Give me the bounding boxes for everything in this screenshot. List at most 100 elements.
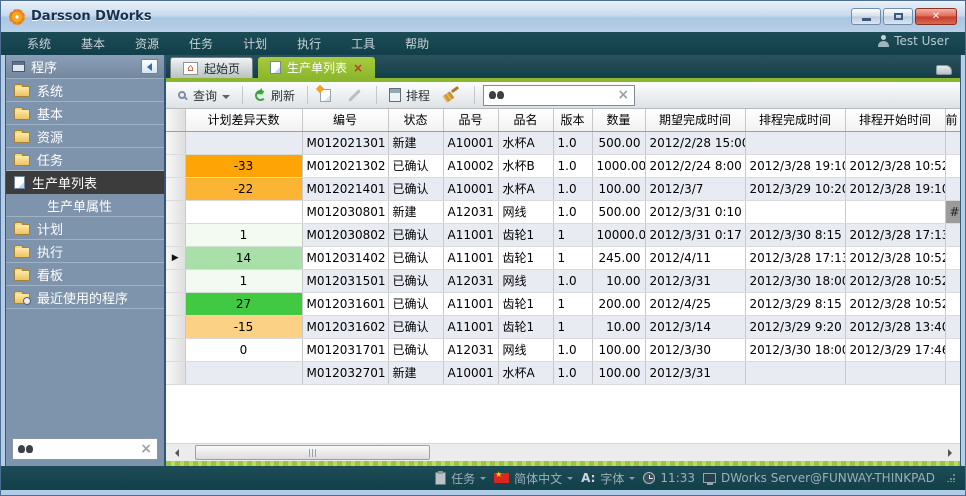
cell-diff-days[interactable]: 1 [185,269,302,292]
cell-clipped[interactable] [945,131,960,154]
cell-part-no[interactable]: A11001 [443,315,498,338]
cell-part-name[interactable]: 水杯A [498,361,553,384]
cell-version[interactable]: 1.0 [553,269,592,292]
minimize-button[interactable] [851,8,881,25]
cell-sched-finish[interactable]: 2012/3/30 8:15 [745,223,845,246]
cell-expected-finish[interactable]: 2012/2/24 8:00 [645,154,745,177]
user-badge[interactable]: Test User [878,34,955,48]
cell-status[interactable]: 已确认 [388,223,443,246]
column-header-part-name[interactable]: 品名 [498,109,553,131]
cell-expected-finish[interactable]: 2012/4/11 [645,246,745,269]
toolbar-search-clear-icon[interactable]: × [617,88,629,102]
cell-version[interactable]: 1.0 [553,154,592,177]
cell-diff-days[interactable] [185,361,302,384]
cell-expected-finish[interactable]: 2012/3/31 0:17 [645,223,745,246]
cell-code[interactable]: M012030801 [302,200,388,223]
cell-part-no[interactable]: A10001 [443,177,498,200]
cell-sched-finish[interactable] [745,361,845,384]
column-header-clipped[interactable]: 前 [945,109,960,131]
sidebar-item[interactable]: 系统 [6,79,164,102]
cell-part-name[interactable]: 齿轮1 [498,223,553,246]
cell-diff-days[interactable]: 0 [185,338,302,361]
cell-clipped[interactable] [945,223,960,246]
row-selector-cell[interactable] [166,269,185,292]
sidebar-item[interactable]: 任务 [6,148,164,171]
cell-part-name[interactable]: 齿轮1 [498,246,553,269]
toolbar-search-input[interactable] [509,88,612,102]
cell-diff-days[interactable]: -15 [185,315,302,338]
menu-item[interactable]: 工具 [337,32,389,55]
scroll-left-button[interactable] [166,444,183,461]
cell-expected-finish[interactable]: 2012/4/25 [645,292,745,315]
table-row[interactable]: 27 M012031601 已确认 A11001 齿轮1 1 200.00 20… [166,292,960,315]
cell-sched-start[interactable]: 2012/3/28 19:10 [845,177,945,200]
cell-sched-start[interactable]: 2012/3/28 10:52 [845,292,945,315]
cell-part-name[interactable]: 水杯A [498,177,553,200]
cell-version[interactable]: 1.0 [553,200,592,223]
cell-clipped[interactable] [945,361,960,384]
close-button[interactable]: ✕ [915,8,957,25]
cell-sched-finish[interactable]: 2012/3/29 9:20 [745,315,845,338]
cell-diff-days[interactable]: 27 [185,292,302,315]
cell-version[interactable]: 1 [553,315,592,338]
clean-button[interactable] [440,87,466,103]
cell-clipped[interactable] [945,269,960,292]
resize-grip[interactable] [947,474,955,482]
table-row[interactable]: 1 M012031501 已确认 A12031 网线 1.0 10.00 201… [166,269,960,292]
table-row[interactable]: M012032701 新建 A10001 水杯A 1.0 100.00 2012… [166,361,960,384]
cell-part-no[interactable]: A10002 [443,154,498,177]
cell-code[interactable]: M012031402 [302,246,388,269]
task-dropdown[interactable]: 任务 [435,470,486,487]
menu-item[interactable]: 系统 [13,32,65,55]
cell-expected-finish[interactable]: 2012/3/31 0:10 [645,200,745,223]
cell-version[interactable]: 1 [553,246,592,269]
scroll-right-button[interactable] [943,444,960,461]
cell-version[interactable]: 1.0 [553,338,592,361]
table-row[interactable]: -22 M012021401 已确认 A10001 水杯A 1.0 100.00… [166,177,960,200]
cell-qty[interactable]: 10000.00 [592,223,645,246]
cell-sched-finish[interactable]: 2012/3/28 17:13 [745,246,845,269]
cell-status[interactable]: 新建 [388,131,443,154]
menu-item[interactable]: 执行 [283,32,335,55]
cell-qty[interactable]: 10.00 [592,269,645,292]
cell-sched-start[interactable] [845,131,945,154]
font-dropdown[interactable]: A: 字体 [581,470,635,487]
table-row[interactable]: ▶ 14 M012031402 已确认 A11001 齿轮1 1 245.00 … [166,246,960,269]
row-selector-cell[interactable] [166,338,185,361]
row-selector-cell[interactable]: ▶ [166,246,185,269]
cell-sched-finish[interactable]: 2012/3/28 19:10 [745,154,845,177]
cell-qty[interactable]: 100.00 [592,361,645,384]
cell-expected-finish[interactable]: 2012/3/14 [645,315,745,338]
cell-qty[interactable]: 500.00 [592,200,645,223]
cell-code[interactable]: M012031602 [302,315,388,338]
cell-clipped[interactable] [945,246,960,269]
cell-part-name[interactable]: 网线 [498,338,553,361]
cell-diff-days[interactable]: 1 [185,223,302,246]
cell-qty[interactable]: 200.00 [592,292,645,315]
cell-status[interactable]: 已确认 [388,338,443,361]
cell-sched-finish[interactable] [745,200,845,223]
row-selector-cell[interactable] [166,223,185,246]
column-header-status[interactable]: 状态 [388,109,443,131]
menu-item[interactable]: 帮助 [391,32,443,55]
cell-clipped[interactable] [945,292,960,315]
table-row[interactable]: M012021301 新建 A10001 水杯A 1.0 500.00 2012… [166,131,960,154]
cell-code[interactable]: M012021301 [302,131,388,154]
cell-code[interactable]: M012021302 [302,154,388,177]
cell-status[interactable]: 已确认 [388,269,443,292]
cell-code[interactable]: M012030802 [302,223,388,246]
scrollbar-thumb[interactable] [195,445,430,460]
cell-status[interactable]: 已确认 [388,154,443,177]
sidebar-item[interactable]: 执行 [6,240,164,263]
cell-sched-finish[interactable] [745,131,845,154]
cell-qty[interactable]: 10.00 [592,315,645,338]
tab-close-icon[interactable]: × [353,62,363,74]
sidebar-item[interactable]: 最近使用的程序 [6,286,164,309]
cell-qty[interactable]: 245.00 [592,246,645,269]
cell-part-no[interactable]: A11001 [443,246,498,269]
row-selector-cell[interactable] [166,200,185,223]
row-selector-cell[interactable] [166,177,185,200]
sidebar-item[interactable]: 生产单属性 [6,194,164,217]
cell-sched-finish[interactable]: 2012/3/30 18:00 [745,338,845,361]
cell-diff-days[interactable]: -22 [185,177,302,200]
